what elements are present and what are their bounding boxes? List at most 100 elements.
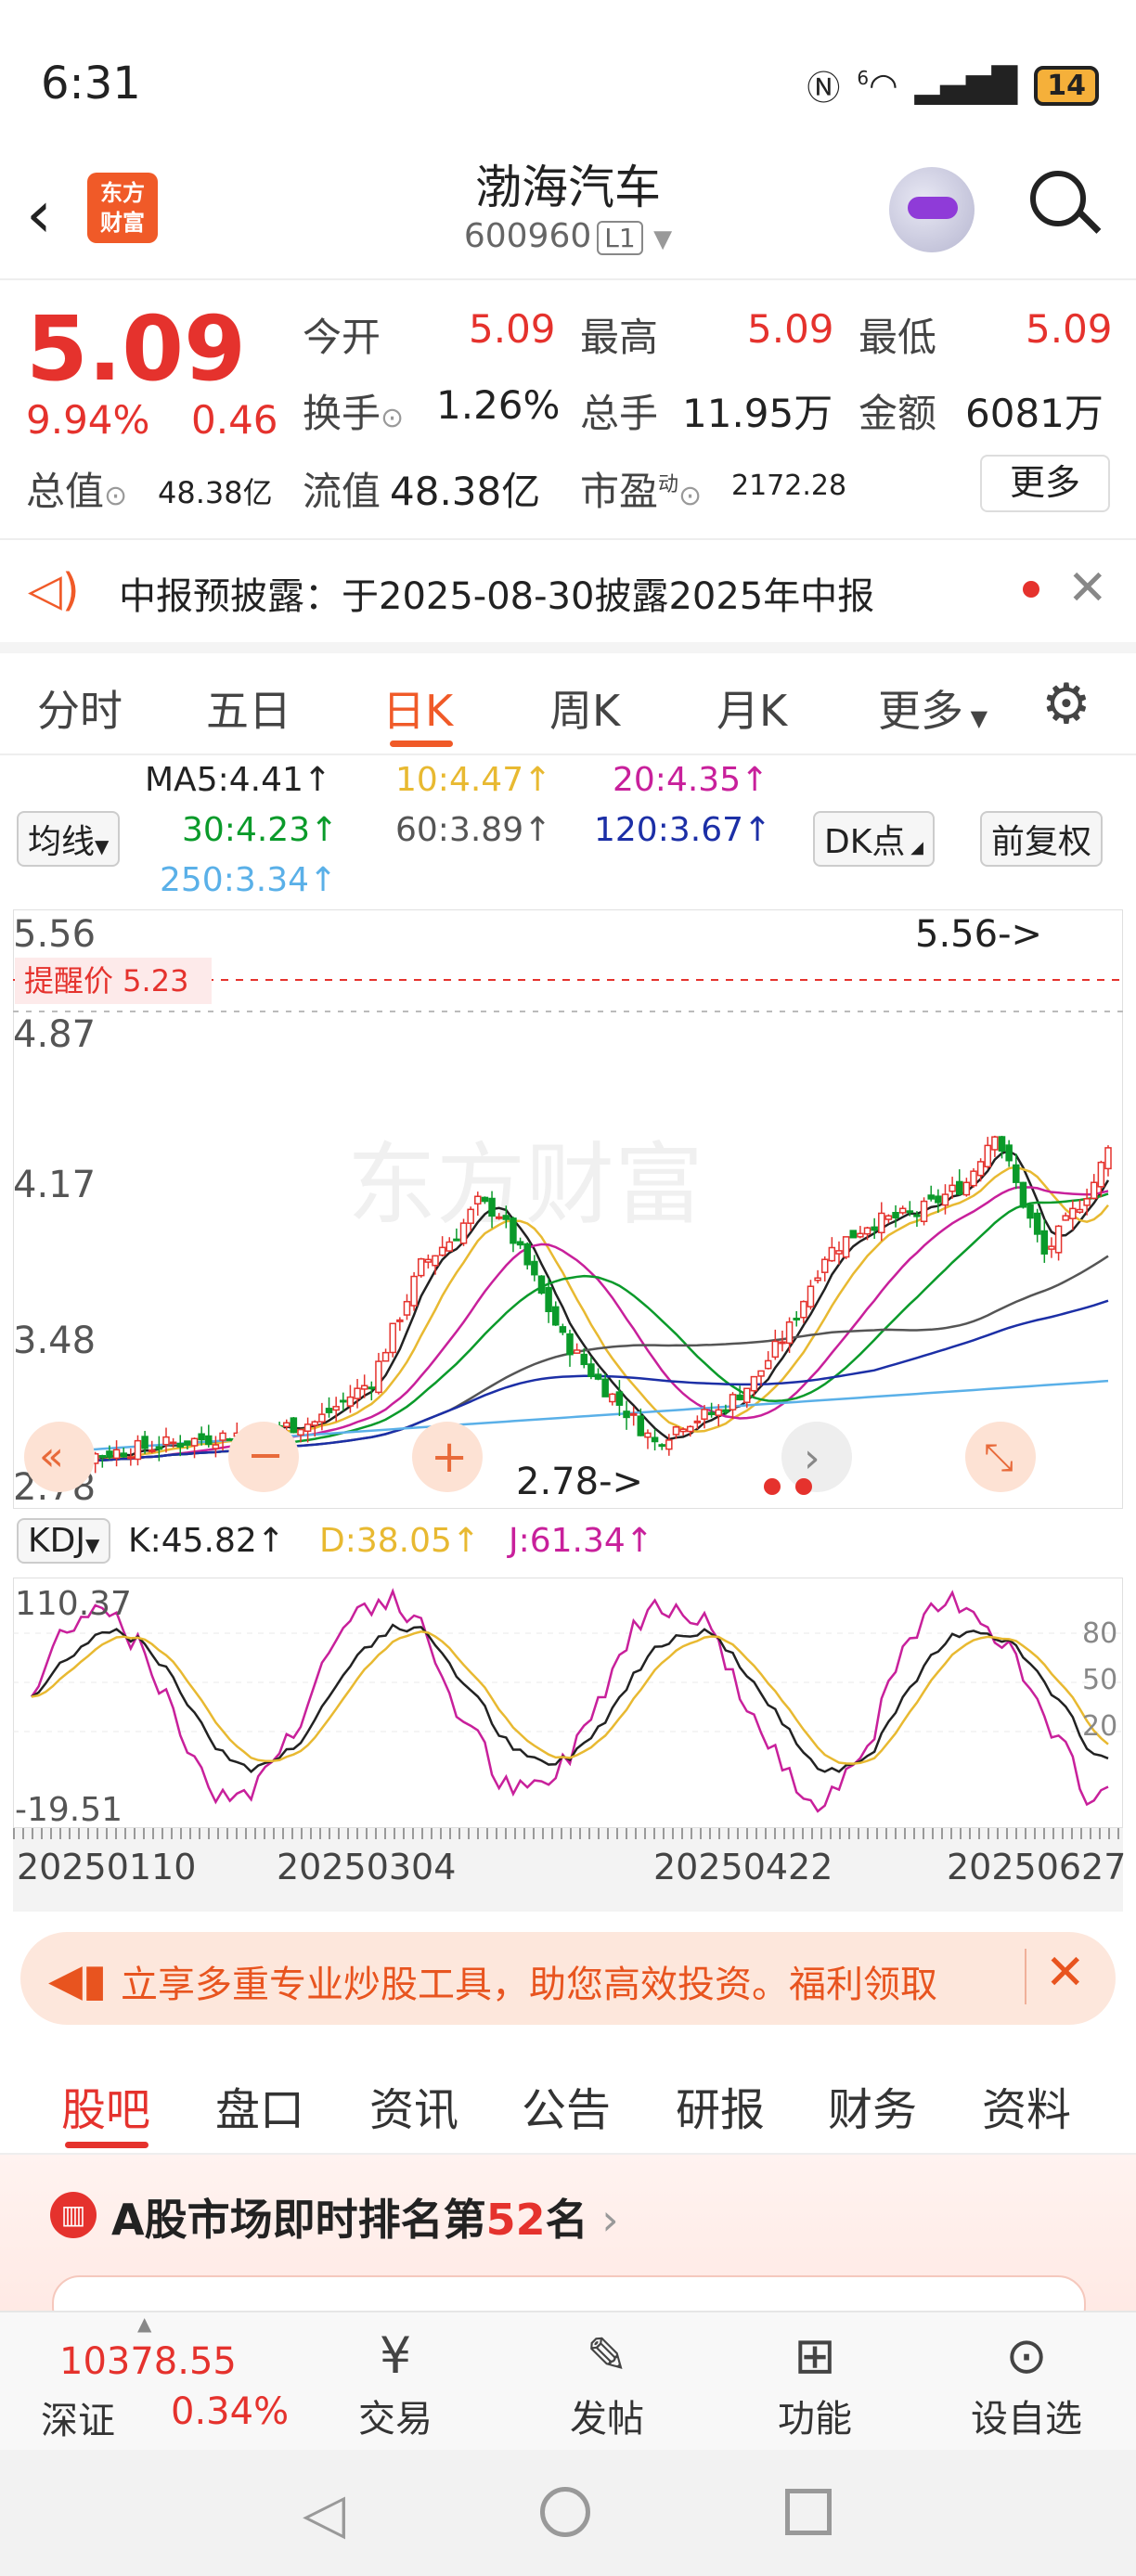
tab-guba[interactable]: 股吧 [61,2073,150,2138]
tab-announcements[interactable]: 公告 [522,2073,611,2138]
kdj-k-text: K:45.82 [128,1522,257,1560]
candle-body [658,1444,665,1448]
nav-post-label: 发帖 [570,2398,644,2441]
settings-gear-icon[interactable]: ⚙ [1041,672,1091,737]
info-icon: ⊙ [678,480,703,512]
pe-label[interactable]: 市盈动⊙ [580,460,702,517]
total-cap-label[interactable]: 总值⊙ [26,460,127,517]
y-label-4: 3.48 [13,1320,96,1362]
nav-functions[interactable]: ⊞ 功能 [750,2324,880,2442]
candle-body [1104,1147,1112,1170]
high-label: 最高 [580,315,659,360]
tab-profile[interactable]: 资料 [982,2073,1071,2138]
candle-body [615,1391,624,1406]
index-pct: 0.34% [171,2390,290,2433]
back-triangle-icon[interactable]: ◁ [303,2481,345,2546]
candle-body [381,1351,390,1362]
candle-body [1090,1181,1098,1200]
candle-body [148,1449,156,1453]
candle-body [474,1195,482,1205]
candle-body [927,1194,935,1200]
candle-body [976,1161,985,1177]
notice-bar[interactable]: ◁) 中报预披露：于2025-08-30披露2025年中报 ✕ [0,540,1136,653]
candle-body [715,1409,723,1416]
page-dot-1 [764,1478,781,1495]
ma5-value: MA5:4.41↑ [145,761,332,799]
kdj-selector[interactable]: KDJ▼ [17,1518,111,1564]
tab-news[interactable]: 资讯 [369,2073,458,2138]
kdj-j-text: J:61.34 [509,1522,626,1560]
open-label: 今开 [303,315,381,360]
close-icon[interactable]: ✕ [1067,560,1108,616]
candle-body [290,1417,298,1434]
candle-body [573,1349,581,1354]
float-cap-value: 48.38亿 [390,469,541,514]
turnover-value: 1.26% [436,382,561,428]
candle-body [495,1216,503,1219]
active-tab-indicator [390,741,453,747]
candle-body [566,1333,574,1356]
candle-body [1054,1225,1063,1254]
close-icon[interactable]: ✕ [1045,1945,1086,2001]
candle-body [438,1246,446,1256]
megaphone-icon: ◀▮ [48,1954,108,2006]
nav-trade[interactable]: ¥ 交易 [330,2324,460,2442]
candle-body [488,1197,496,1217]
kdj-k: K:45.82↑ [128,1522,285,1560]
kdj-chart[interactable]: 110.37 -19.51 80 50 20 [13,1578,1123,1828]
active-tab-indicator [65,2142,148,2148]
ma5-text: MA5:4.41 [145,761,303,799]
candle-body [941,1193,949,1206]
date-axis: 20250110 20250304 20250422 20250627 [13,1828,1126,1912]
nav-custom[interactable]: ⊙ 设自选 [962,2324,1091,2442]
market-index-widget[interactable]: ▲ 10378.55 深证 0.34% [33,2312,289,2442]
search-icon[interactable] [1030,171,1086,226]
kdj-20-label: 20 [1082,1710,1117,1743]
tab-minute[interactable]: 分时 [37,677,123,739]
nav-post[interactable]: ✎ 发帖 [542,2324,672,2442]
ma250-text: 250:3.34 [160,861,309,899]
candle-body [318,1413,326,1423]
open-value: 5.09 [469,306,556,352]
candle-body [1013,1164,1020,1183]
tab-finance[interactable]: 财务 [828,2073,917,2138]
candle-body [764,1359,772,1370]
header: ‹ 东方 财富 渤海汽车 600960 L1 ▼ [0,139,1136,280]
dk-point-button[interactable]: DK点 ◢ [813,811,935,867]
promo-banner[interactable]: ◀▮ 立享多重专业炒股工具，助您高效投资。福利领取 ✕ [20,1932,1116,2025]
caret-down-icon: ▼ [95,835,110,857]
rank-card[interactable]: ▥ A股市场即时排名第52名 › [0,2155,1136,2335]
kdj-top-label: 110.37 [15,1585,132,1623]
candle-body [820,1258,829,1273]
candle-body [120,1452,127,1458]
tab-weekly-k[interactable]: 周K [549,677,620,739]
tab-monthly-k[interactable]: 月K [716,677,787,739]
candle-body [545,1286,552,1313]
candle-body [396,1319,404,1322]
tab-pankou[interactable]: 盘口 [215,2073,304,2138]
ma-selector[interactable]: 均线▼ [17,811,121,867]
tab-research[interactable]: 研报 [676,2073,765,2138]
recents-square-icon[interactable] [785,2489,832,2535]
candle-body [510,1217,517,1244]
candle-body [863,1227,871,1235]
more-button[interactable]: 更多 [980,455,1110,512]
candle-body [906,1210,914,1214]
adjust-button[interactable]: 前复权 [980,811,1104,867]
rank-number: 52 [485,2195,546,2245]
candle-body [360,1385,368,1390]
rank-chart-icon: ▥ [50,2192,97,2238]
turnover-label[interactable]: 换手⊙ [303,382,404,439]
home-circle-icon[interactable] [540,2487,590,2537]
tab-daily-k[interactable]: 日K [382,677,453,739]
tab-more[interactable]: 更多 ▼ [878,677,988,739]
status-time: 6:31 [41,58,141,109]
candlestick-chart[interactable]: 东方财富 5.56 4.87 4.17 3.48 2.78 提醒价 5.23 5… [13,909,1123,1509]
tab-five-day[interactable]: 五日 [206,677,291,739]
candle-body [580,1353,588,1366]
info-icon: ⊙ [104,480,128,512]
candle-body [169,1441,177,1445]
candle-body [849,1230,858,1239]
candle-body [531,1260,538,1276]
pe-superscript: 动 [658,473,679,496]
